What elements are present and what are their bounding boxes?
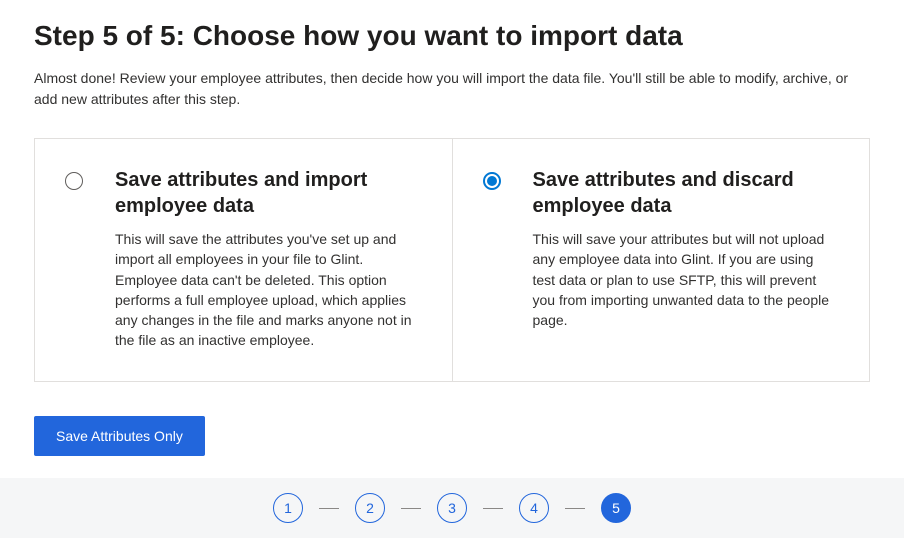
page-description: Almost done! Review your employee attrib…	[34, 68, 870, 110]
step-connector	[401, 508, 421, 509]
option-description: This will save the attributes you've set…	[115, 229, 418, 351]
step-4[interactable]: 4	[519, 493, 549, 523]
page-title: Step 5 of 5: Choose how you want to impo…	[34, 20, 870, 52]
step-3[interactable]: 3	[437, 493, 467, 523]
step-connector	[319, 508, 339, 509]
step-connector	[565, 508, 585, 509]
import-options: Save attributes and import employee data…	[34, 138, 870, 382]
save-attributes-button[interactable]: Save Attributes Only	[34, 416, 205, 456]
step-2[interactable]: 2	[355, 493, 385, 523]
option-save-import[interactable]: Save attributes and import employee data…	[35, 139, 453, 381]
radio-icon[interactable]	[65, 172, 83, 190]
option-save-discard[interactable]: Save attributes and discard employee dat…	[453, 139, 870, 381]
option-title: Save attributes and discard employee dat…	[533, 167, 836, 219]
progress-stepper: 1 2 3 4 5	[0, 478, 904, 538]
step-1[interactable]: 1	[273, 493, 303, 523]
radio-icon[interactable]	[483, 172, 501, 190]
option-description: This will save your attributes but will …	[533, 229, 836, 330]
option-title: Save attributes and import employee data	[115, 167, 418, 219]
step-connector	[483, 508, 503, 509]
step-5[interactable]: 5	[601, 493, 631, 523]
